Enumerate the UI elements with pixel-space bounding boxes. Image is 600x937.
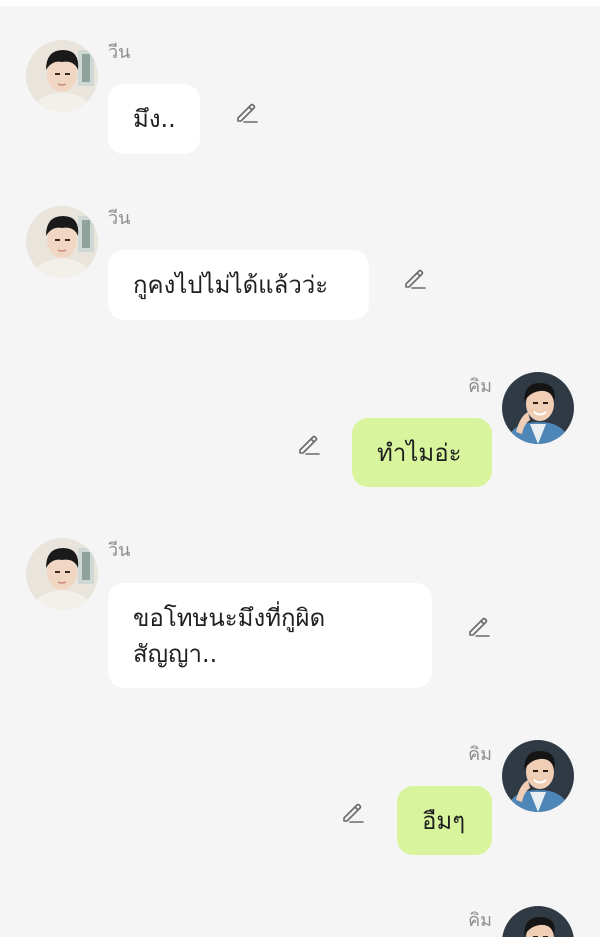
chat-thread[interactable]: วีน มึง.. วีน กูคงไปไม่ได้แล้วว่ะ คิม ทำ… — [0, 0, 600, 937]
avatar-kim[interactable] — [502, 372, 574, 444]
pencil-edit-icon[interactable] — [464, 612, 492, 640]
message-bubble[interactable]: กูคงไปไม่ได้แล้วว่ะ — [108, 250, 369, 320]
message-bubble[interactable]: ขอโทษนะมึงที่กูผิด สัญญา.. — [108, 583, 432, 688]
avatar-veen[interactable] — [26, 538, 98, 610]
message-row: คิม — [0, 906, 600, 937]
avatar-kim[interactable] — [502, 740, 574, 812]
avatar-veen[interactable] — [26, 40, 98, 112]
pencil-edit-icon[interactable] — [400, 264, 428, 292]
message-bubble[interactable]: มึง.. — [108, 84, 200, 154]
pencil-edit-icon[interactable] — [338, 798, 366, 826]
sender-name: คิม — [468, 376, 492, 397]
message-bubble[interactable]: ทำไมอ่ะ — [352, 418, 492, 487]
pencil-edit-icon[interactable] — [232, 98, 260, 126]
sender-name: คิม — [468, 910, 492, 931]
sender-name: วีน — [108, 42, 131, 63]
sender-name: วีน — [108, 208, 131, 229]
avatar-kim[interactable] — [502, 906, 574, 937]
sender-name: วีน — [108, 540, 131, 561]
avatar-veen[interactable] — [26, 206, 98, 278]
sender-name: คิม — [468, 744, 492, 765]
pencil-edit-icon[interactable] — [294, 430, 322, 458]
message-bubble[interactable]: อืมๆ — [397, 786, 492, 855]
